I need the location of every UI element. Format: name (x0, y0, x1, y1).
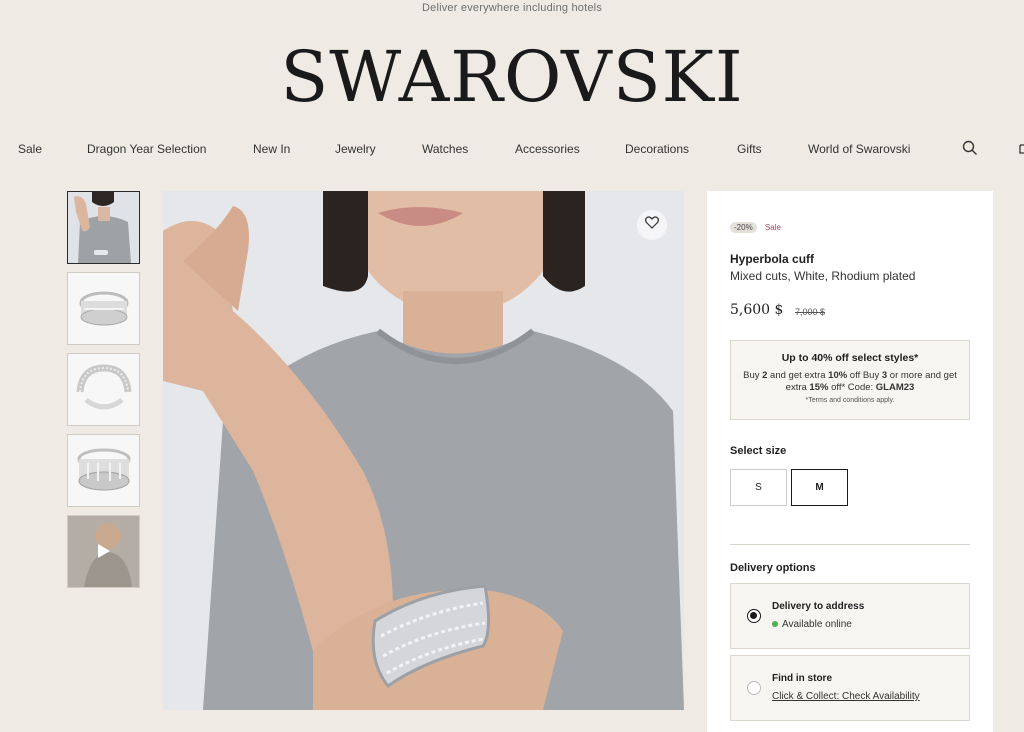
nav-item-jewelry[interactable]: Jewelry (335, 142, 376, 156)
bag-icon[interactable] (1017, 140, 1024, 157)
delivery-address-radio[interactable] (747, 609, 761, 623)
top-banner: Deliver everywhere including hotels (421, 2, 603, 14)
available-online-status: Available online (772, 619, 852, 630)
find-in-store-title: Find in store (772, 673, 832, 684)
swarovski-logo[interactable]: SWAROVSKI (0, 32, 1024, 122)
current-price: 5,600 $ (730, 302, 784, 318)
search-icon[interactable] (962, 140, 978, 159)
main-nav: Sale Dragon Year Selection New In Jewelr… (0, 140, 1024, 160)
nav-item-accessories[interactable]: Accessories (515, 142, 580, 156)
thumbnail-cuff-front[interactable] (67, 272, 140, 345)
heart-icon (645, 216, 659, 234)
nav-item-decorations[interactable]: Decorations (625, 142, 689, 156)
product-title: Hyperbola cuff (730, 252, 815, 266)
thumbnail-cuff-side[interactable] (67, 353, 140, 426)
nav-item-dragon-year-selection[interactable]: Dragon Year Selection (87, 142, 206, 156)
nav-item-sale[interactable]: Sale (18, 142, 42, 156)
product-subtitle: Mixed cuts, White, Rhodium plated (730, 269, 916, 283)
size-option-m[interactable]: M (791, 469, 848, 506)
product-main-image[interactable] (163, 191, 684, 710)
original-price: 7,000 $ (795, 307, 826, 317)
size-option-s[interactable]: S (730, 469, 787, 506)
divider (730, 544, 970, 545)
thumbnail-video[interactable] (67, 515, 140, 588)
nav-item-gifts[interactable]: Gifts (737, 142, 762, 156)
delivery-option-address[interactable]: Delivery to address Available online (730, 583, 970, 649)
promo-terms: *Terms and conditions apply. (805, 397, 895, 404)
delivery-option-store[interactable]: Find in store Click & Collect: Check Ava… (730, 655, 970, 721)
delivery-address-title: Delivery to address (772, 601, 865, 612)
play-icon[interactable] (95, 543, 111, 564)
check-availability-link[interactable]: Click & Collect: Check Availability (772, 691, 920, 702)
size-label: Select size (730, 445, 787, 457)
sale-label: Sale (764, 223, 781, 232)
wishlist-button[interactable] (637, 210, 667, 240)
thumbnail-cuff-top[interactable] (67, 434, 140, 507)
nav-item-world-of-swarovski[interactable]: World of Swarovski (808, 142, 910, 156)
find-in-store-radio[interactable] (747, 681, 761, 695)
promo-title: Up to 40% off select styles* (781, 352, 919, 364)
nav-item-watches[interactable]: Watches (422, 142, 468, 156)
thumbnail-model[interactable] (67, 191, 140, 264)
delivery-options-label: Delivery options (730, 562, 816, 574)
promo-text: Buy 2 and get extra 10% off Buy 3 or mor… (743, 370, 957, 393)
promo-box: Up to 40% off select styles* Buy 2 and g… (730, 340, 970, 420)
status-dot (772, 621, 778, 628)
discount-badge: -20% (730, 222, 757, 233)
badge-row: -20% Sale (730, 222, 781, 233)
nav-item-new-in[interactable]: New In (253, 142, 290, 156)
product-info-panel: -20% Sale Hyperbola cuff Mixed cuts, Whi… (707, 191, 993, 732)
